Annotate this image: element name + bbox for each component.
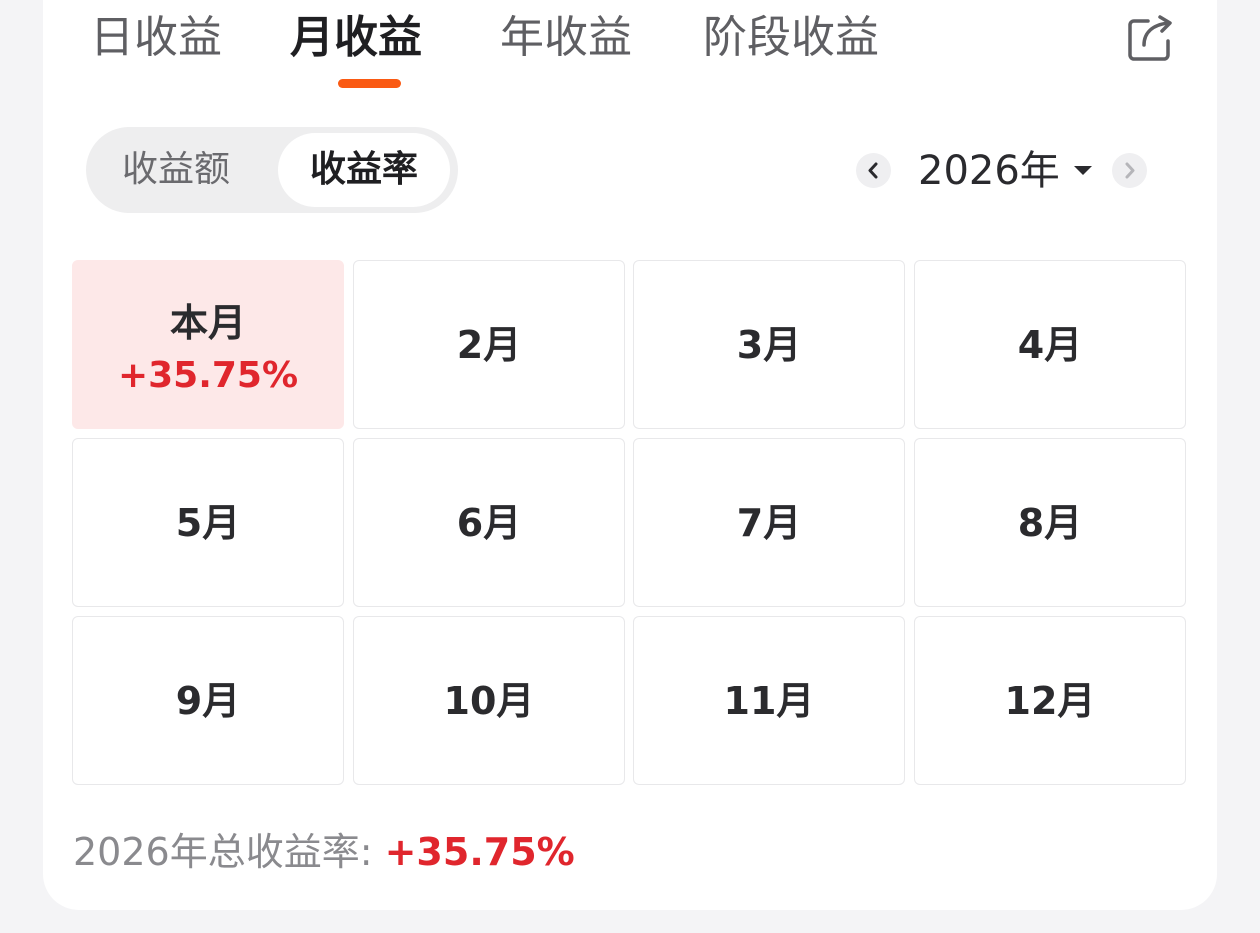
month-label: 11月 (723, 679, 815, 723)
month-cell[interactable]: 7月 (633, 438, 905, 607)
tab-period-returns[interactable]: 阶段收益 (703, 8, 879, 68)
year-dropdown[interactable]: 2026年 (918, 145, 1092, 197)
toggle-rate-option[interactable]: 收益率 (278, 133, 450, 207)
chevron-right-icon (1125, 162, 1135, 179)
month-label: 6月 (456, 501, 522, 545)
month-label: 5月 (175, 501, 241, 545)
yearly-total-label: 2026年总收益率: (73, 830, 385, 874)
month-label: 9月 (175, 679, 241, 723)
toggle-amount-option[interactable]: 收益额 (92, 133, 260, 207)
metric-toggle: 收益额 收益率 (86, 127, 458, 213)
month-return-rate: +35.75% (117, 355, 299, 396)
month-label: 12月 (1004, 679, 1096, 723)
share-icon[interactable] (1124, 11, 1176, 63)
next-year-button[interactable] (1112, 153, 1147, 188)
month-cell-current[interactable]: 本月 +35.75% (72, 260, 344, 429)
month-cell[interactable]: 8月 (914, 438, 1186, 607)
yearly-total-return: 2026年总收益率: +35.75% (73, 826, 575, 878)
month-label: 10月 (443, 679, 535, 723)
month-cell[interactable]: 11月 (633, 616, 905, 785)
period-tabs: 日收益 月收益 年收益 阶段收益 (0, 0, 1260, 95)
tab-monthly-returns[interactable]: 月收益 (290, 8, 422, 68)
month-cell[interactable]: 3月 (633, 260, 905, 429)
year-value: 2026年 (918, 148, 1060, 194)
caret-down-icon (1073, 165, 1092, 175)
month-label: 2月 (456, 323, 522, 367)
month-cell[interactable]: 2月 (353, 260, 625, 429)
month-cell[interactable]: 10月 (353, 616, 625, 785)
active-tab-indicator (338, 79, 401, 88)
tab-yearly-returns[interactable]: 年收益 (500, 8, 632, 68)
month-label: 本月 (169, 301, 246, 345)
month-cell[interactable]: 6月 (353, 438, 625, 607)
month-label: 4月 (1017, 323, 1083, 367)
month-label: 3月 (736, 323, 802, 367)
month-cell[interactable]: 12月 (914, 616, 1186, 785)
month-label: 8月 (1017, 501, 1083, 545)
yearly-total-value: +35.75% (384, 830, 575, 874)
chevron-left-icon (868, 162, 878, 179)
previous-year-button[interactable] (856, 153, 891, 188)
month-cell[interactable]: 4月 (914, 260, 1186, 429)
month-cell[interactable]: 9月 (72, 616, 344, 785)
month-cell[interactable]: 5月 (72, 438, 344, 607)
tab-daily-returns[interactable]: 日收益 (90, 8, 222, 68)
month-label: 7月 (736, 501, 802, 545)
